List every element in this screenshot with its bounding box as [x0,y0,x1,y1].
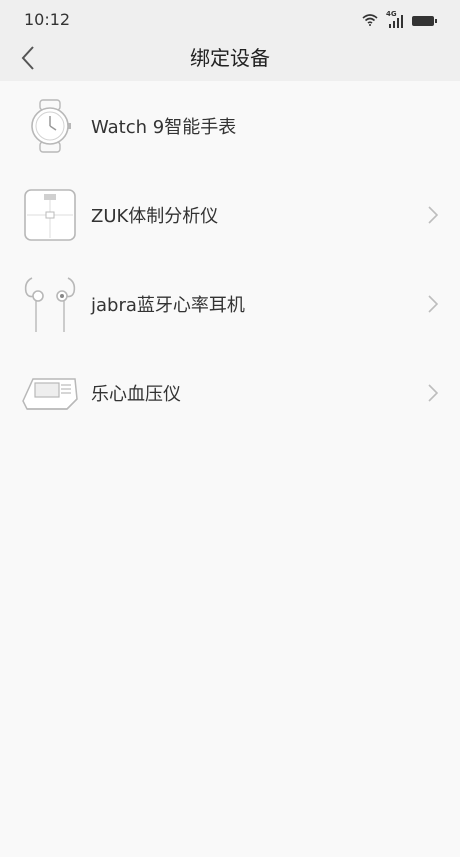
page-title: 绑定设备 [190,46,270,70]
device-list: Watch 9智能手表 ZUK体制分析仪 jabra蓝牙心率耳机 乐心血压仪 [0,81,460,437]
signal-icon: 4G [386,10,404,29]
blood-pressure-monitor-icon [20,363,80,423]
nav-bar: 绑定设备 [0,38,460,81]
chevron-right-icon [426,383,440,403]
device-item-watch[interactable]: Watch 9智能手表 [0,81,460,170]
chevron-right-icon [426,294,440,314]
device-label: Watch 9智能手表 [91,116,237,138]
device-item-earphones[interactable]: jabra蓝牙心率耳机 [0,259,460,348]
battery-icon [412,15,437,26]
chevron-right-icon [426,205,440,225]
earphones-icon [20,274,80,334]
device-item-blood-pressure[interactable]: 乐心血压仪 [0,348,460,437]
wifi-icon [362,11,378,30]
device-item-scale[interactable]: ZUK体制分析仪 [0,170,460,259]
status-time: 10:12 [24,10,71,29]
status-icons: 4G [362,10,437,30]
scale-icon [20,185,80,245]
status-bar: 10:12 4G [0,0,460,38]
device-label: ZUK体制分析仪 [91,205,219,227]
watch-icon [20,96,80,156]
device-label: jabra蓝牙心率耳机 [91,294,245,316]
device-label: 乐心血压仪 [91,383,181,405]
